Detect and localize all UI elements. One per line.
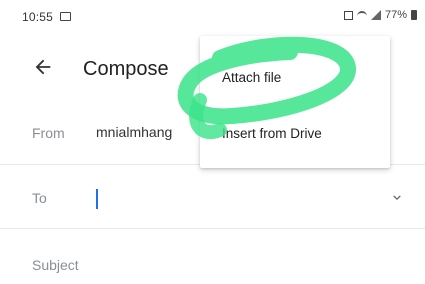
to-label: To bbox=[32, 190, 47, 206]
menu-item-label: Attach file bbox=[222, 70, 282, 85]
from-label: From bbox=[32, 125, 65, 141]
signal-icon bbox=[370, 10, 381, 20]
menu-item-insert-from-drive[interactable]: Insert from Drive bbox=[200, 114, 390, 154]
status-icons: 77% bbox=[343, 9, 417, 21]
compose-screen: 10:55 77% Compose From mnialmhang To Sub… bbox=[0, 0, 425, 284]
status-bar: 10:55 77% bbox=[0, 0, 425, 34]
divider bbox=[0, 228, 425, 229]
text-cursor bbox=[96, 189, 98, 209]
wifi-icon bbox=[356, 11, 367, 19]
menu-item-attach-file[interactable]: Attach file bbox=[200, 58, 390, 98]
chevron-down-icon[interactable] bbox=[390, 191, 404, 205]
status-time: 10:55 bbox=[22, 10, 54, 24]
battery-icon bbox=[411, 10, 417, 20]
message-notification-icon bbox=[343, 10, 353, 20]
to-row: To bbox=[0, 178, 425, 218]
page-title: Compose bbox=[83, 58, 169, 80]
subject-input[interactable] bbox=[32, 254, 392, 276]
gallery-notification-icon bbox=[60, 12, 71, 21]
menu-item-label: Insert from Drive bbox=[222, 126, 322, 141]
battery-percent: 77% bbox=[384, 9, 407, 21]
to-input[interactable] bbox=[94, 182, 374, 212]
attach-menu: Attach file Insert from Drive bbox=[200, 36, 390, 168]
arrow-left-icon[interactable] bbox=[32, 56, 54, 78]
from-account[interactable]: mnialmhang bbox=[96, 124, 172, 140]
subject-row bbox=[0, 250, 425, 280]
